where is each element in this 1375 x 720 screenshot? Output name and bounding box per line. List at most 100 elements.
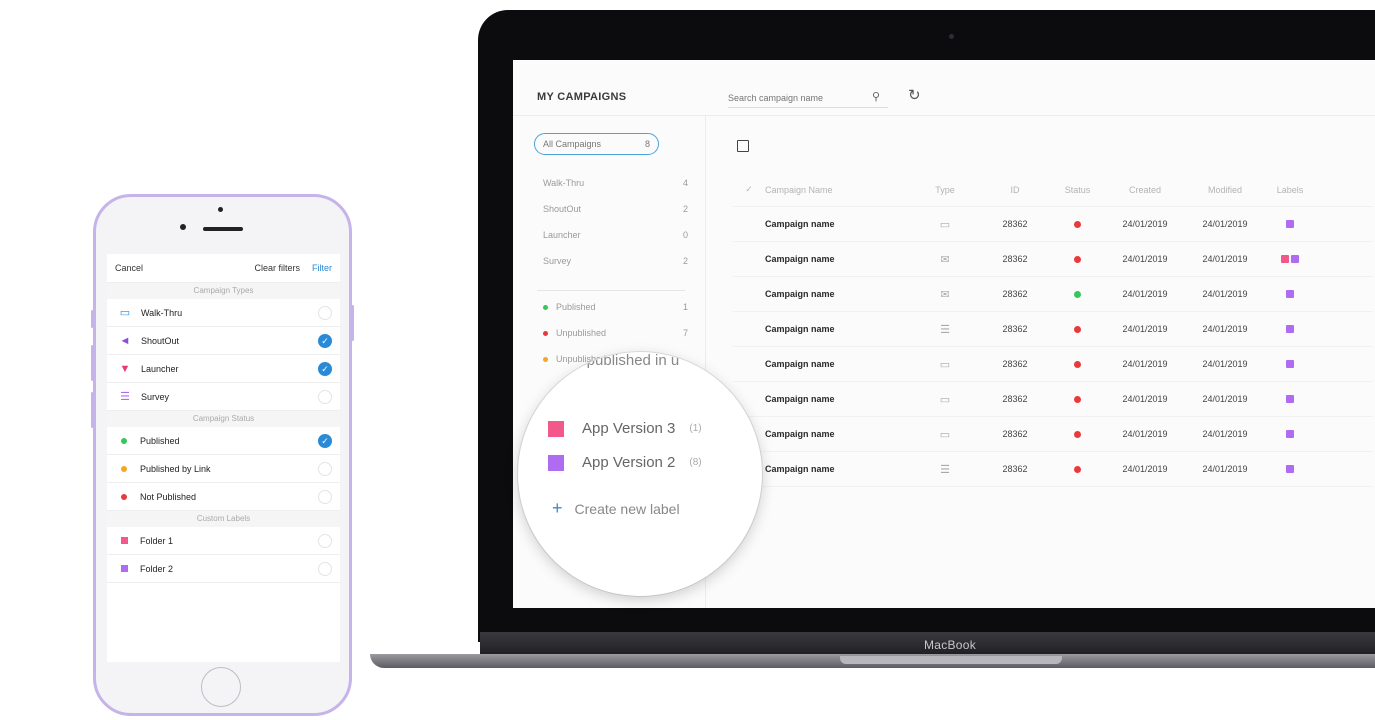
phone-volume-up xyxy=(91,345,94,381)
filter-option-type[interactable]: ▼ Launcher ✓ xyxy=(107,355,340,383)
campaign-name[interactable]: Campaign name xyxy=(765,464,910,474)
filter-button[interactable]: Filter xyxy=(312,263,332,273)
campaign-name[interactable]: Campaign name xyxy=(765,324,910,334)
sidebar-item-type[interactable]: Walk-Thru 4 xyxy=(543,178,688,204)
header-divider xyxy=(513,115,1375,116)
table-row[interactable]: Campaign name ☰ 28362 24/01/2019 24/01/2019 xyxy=(733,452,1373,487)
labels-cell xyxy=(1265,325,1315,333)
sidebar-item-type[interactable]: Launcher 0 xyxy=(543,230,688,256)
walkthru-icon: ▭ xyxy=(939,358,951,371)
sidebar-item-type[interactable]: Survey 2 xyxy=(543,256,688,282)
sidebar-item-status[interactable]: Unpublished 7 xyxy=(543,328,688,354)
campaign-name[interactable]: Campaign name xyxy=(765,429,910,439)
unchecked-circle[interactable] xyxy=(318,489,332,504)
select-all-checkbox[interactable] xyxy=(737,140,749,152)
option-label: Not Published xyxy=(140,491,197,502)
unchecked-circle[interactable] xyxy=(318,305,332,320)
filter-option-type[interactable]: ▭ Walk-Thru xyxy=(107,299,340,327)
header-modified[interactable]: Modified xyxy=(1185,185,1265,195)
table-row[interactable]: Campaign name ▭ 28362 24/01/2019 24/01/2019 xyxy=(733,207,1373,242)
status-dot xyxy=(1074,465,1081,473)
checkmark-icon[interactable]: ✓ xyxy=(318,433,332,448)
all-campaigns-filter[interactable]: All Campaigns 8 xyxy=(534,133,659,155)
labels-cell xyxy=(1265,430,1315,438)
survey-icon: ☰ xyxy=(120,391,130,403)
campaign-name[interactable]: Campaign name xyxy=(765,254,910,264)
plus-icon: + xyxy=(552,498,563,518)
label-swatch xyxy=(548,454,564,471)
campaign-name[interactable]: Campaign name xyxy=(765,394,910,404)
filter-option-status[interactable]: Published by Link xyxy=(107,455,340,483)
label-item[interactable]: App Version 3 (1) xyxy=(548,420,702,437)
table-row[interactable]: Campaign name ▭ 28362 24/01/2019 24/01/2019 xyxy=(733,417,1373,452)
unchecked-circle[interactable] xyxy=(318,561,332,576)
create-label-button[interactable]: + Create new label xyxy=(552,498,680,519)
status-dot xyxy=(121,437,127,444)
option-label: Survey xyxy=(141,391,170,402)
filter-option-type[interactable]: ☰ Survey xyxy=(107,383,340,411)
refresh-icon[interactable]: ↻ xyxy=(908,86,921,104)
filter-option-status[interactable]: Not Published xyxy=(107,483,340,511)
header-id[interactable]: ID xyxy=(980,185,1050,195)
filter-option-type[interactable]: ◄ ShoutOut ✓ xyxy=(107,327,340,355)
label-swatch xyxy=(1286,465,1294,473)
status-dot xyxy=(543,305,548,310)
walkthru-icon: ▭ xyxy=(939,428,951,441)
phone-home-button[interactable] xyxy=(201,667,241,707)
campaign-id: 28362 xyxy=(1002,219,1028,229)
header-type[interactable]: Type xyxy=(910,185,980,195)
status-cell xyxy=(1050,360,1105,368)
launcher-icon: ▼ xyxy=(119,362,131,375)
all-campaigns-label: All Campaigns xyxy=(543,139,602,149)
campaign-name[interactable]: Campaign name xyxy=(765,219,910,229)
table-row[interactable]: Campaign name ▭ 28362 24/01/2019 24/01/2019 xyxy=(733,347,1373,382)
unchecked-circle[interactable] xyxy=(318,461,332,476)
label-name: App Version 3 xyxy=(582,420,676,437)
megaphone-icon: ◄ xyxy=(119,334,131,347)
status-dot xyxy=(1074,255,1081,263)
created-date: 24/01/2019 xyxy=(1122,394,1168,404)
unchecked-circle[interactable] xyxy=(318,533,332,548)
checkmark-icon[interactable]: ✓ xyxy=(318,361,332,376)
table-row[interactable]: Campaign name ✉ 28362 24/01/2019 24/01/2019 xyxy=(733,242,1373,277)
campaign-id: 28362 xyxy=(1002,359,1028,369)
clear-filters-button[interactable]: Clear filters xyxy=(254,263,300,273)
table-row[interactable]: Campaign name ▭ 28362 24/01/2019 24/01/2019 xyxy=(733,382,1373,417)
header-check-icon: ✓ xyxy=(745,184,753,194)
campaign-name[interactable]: Campaign name xyxy=(765,359,910,369)
type-count: 0 xyxy=(682,230,688,240)
checkmark-icon[interactable]: ✓ xyxy=(318,333,332,348)
search-input[interactable] xyxy=(728,93,858,103)
label-swatch xyxy=(121,537,128,544)
cancel-button[interactable]: Cancel xyxy=(115,263,254,273)
sidebar-item-status[interactable]: Published 1 xyxy=(543,302,688,328)
label-swatch xyxy=(1281,255,1289,263)
filter-option-label[interactable]: Folder 2 xyxy=(107,555,340,583)
labels-cell xyxy=(1265,395,1315,403)
status-dot xyxy=(1074,430,1081,438)
campaigns-table: ✓ Campaign Name Type ID Status Created M… xyxy=(733,173,1373,487)
filter-option-status[interactable]: Published ✓ xyxy=(107,427,340,455)
filter-option-label[interactable]: Folder 1 xyxy=(107,527,340,555)
search-icon[interactable]: ⚲ xyxy=(872,90,880,103)
header-status[interactable]: Status xyxy=(1050,185,1105,195)
status-cell xyxy=(1050,465,1105,473)
status-label: Published xyxy=(556,302,596,312)
header-campaign-name[interactable]: Campaign Name xyxy=(765,185,910,195)
sidebar-item-type[interactable]: ShoutOut 2 xyxy=(543,204,688,230)
table-row[interactable]: Campaign name ☰ 28362 24/01/2019 24/01/2019 xyxy=(733,312,1373,347)
campaign-id: 28362 xyxy=(1002,429,1028,439)
survey-icon: ☰ xyxy=(940,463,950,476)
campaign-id: 28362 xyxy=(1002,289,1028,299)
created-date: 24/01/2019 xyxy=(1122,324,1168,334)
campaign-name[interactable]: Campaign name xyxy=(765,289,910,299)
phone-mute-switch xyxy=(91,310,94,328)
label-item[interactable]: App Version 2 (8) xyxy=(548,454,702,471)
header-labels[interactable]: Labels xyxy=(1265,185,1315,195)
table-row[interactable]: Campaign name ✉ 28362 24/01/2019 24/01/2019 xyxy=(733,277,1373,312)
option-label: Walk-Thru xyxy=(141,307,183,318)
table-body: Campaign name ▭ 28362 24/01/2019 24/01/2019 C… xyxy=(733,207,1373,487)
unchecked-circle[interactable] xyxy=(318,389,332,404)
header-created[interactable]: Created xyxy=(1105,185,1185,195)
page-title: MY CAMPAIGNS xyxy=(537,91,627,103)
